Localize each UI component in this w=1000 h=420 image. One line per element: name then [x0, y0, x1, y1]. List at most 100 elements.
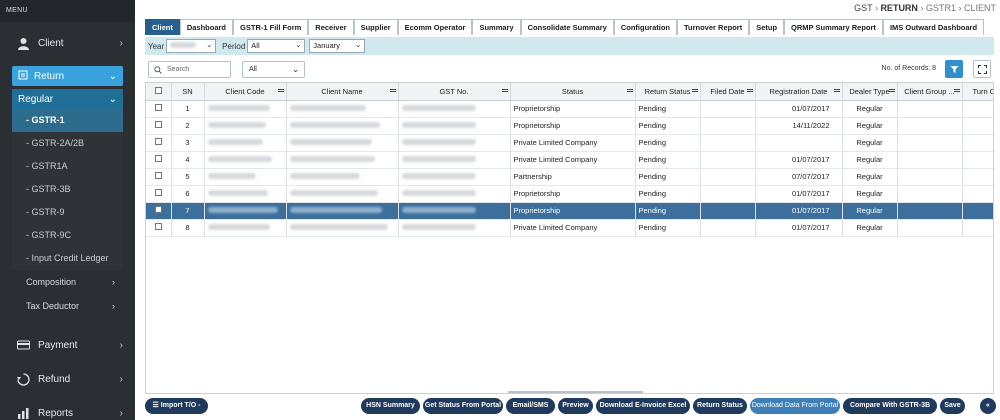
row-checkbox-cell[interactable] [146, 185, 172, 203]
col-client-code[interactable]: Client Code [204, 83, 287, 101]
tab-client[interactable]: Client [145, 19, 180, 35]
table-row[interactable]: 7 Proprietorship Pending 01/07/2017 Regular [146, 202, 993, 220]
tab-dashboard[interactable]: Dashboard [179, 19, 234, 35]
row-checkbox[interactable] [154, 206, 162, 213]
download-einvoice-excel-button[interactable]: Download E-Invoice Excel [596, 398, 690, 414]
redacted-text [289, 139, 372, 145]
horizontal-scrollbar[interactable] [508, 391, 643, 393]
cell-turnover [962, 117, 993, 135]
preview-button[interactable]: Preview [558, 398, 593, 414]
row-checkbox-cell[interactable] [146, 134, 172, 152]
row-checkbox-cell[interactable] [146, 100, 172, 118]
sidebar-item-gstr9c[interactable]: - GSTR-9C [12, 224, 123, 247]
tab-turnover-report[interactable]: Turnover Report [677, 19, 750, 35]
table-row[interactable]: 2 Proprietorship Pending 14/11/2022 Regular [146, 117, 993, 135]
tab-setup[interactable]: Setup [749, 19, 785, 35]
tab-ecomm-operator[interactable]: Ecomm Operator [397, 19, 473, 35]
row-checkbox-cell[interactable] [146, 151, 172, 169]
col-filed-date[interactable]: Filed Date [700, 83, 756, 101]
col-registration-date[interactable]: Registration Date [755, 83, 843, 101]
cell-filed-date [700, 100, 756, 118]
col-return-status[interactable]: Return Status [635, 83, 701, 101]
sidebar-item-gstr2a2b[interactable]: - GSTR-2A/2B [12, 132, 123, 155]
save-button[interactable]: Save [940, 398, 965, 414]
filter-button[interactable] [945, 60, 963, 78]
sidebar-item-regular[interactable]: Regular ⌄ [12, 89, 123, 109]
cell-client-group [897, 168, 963, 186]
breadcrumb-gst[interactable]: GST [854, 3, 872, 13]
select-all-checkbox-cell[interactable] [146, 83, 172, 101]
get-status-from-portal-button[interactable]: Get Status From Portal [423, 398, 503, 414]
row-checkbox-cell[interactable] [146, 219, 172, 237]
row-checkbox[interactable] [154, 121, 162, 128]
return-status-button[interactable]: Return Status [693, 398, 747, 414]
import-turnover-button[interactable]: ☰ Import T/O - [145, 398, 208, 414]
sidebar-item-refund[interactable]: Refund › [0, 364, 135, 394]
table-row[interactable]: 4 Private Limited Company Pending 01/07/201… [146, 151, 993, 169]
search-input[interactable]: Search [148, 61, 231, 78]
row-checkbox[interactable] [154, 155, 162, 162]
month-select[interactable]: January ⌄ [309, 39, 366, 53]
breadcrumb-return[interactable]: RETURN [880, 3, 918, 13]
sidebar-item-tax-deductor[interactable]: Tax Deductor › [12, 294, 123, 318]
cell-client-group [897, 219, 963, 237]
tab-qrmp-summary-report[interactable]: QRMP Summary Report [784, 19, 883, 35]
table-row[interactable]: 1 Proprietorship Pending 01/07/2017 Regular [146, 100, 993, 118]
col-client-name[interactable]: Client Name [286, 83, 399, 101]
row-checkbox[interactable] [154, 223, 162, 230]
row-checkbox[interactable] [154, 104, 162, 111]
fullscreen-button[interactable] [973, 60, 991, 78]
period-select[interactable]: All ⌄ [247, 39, 306, 53]
email-sms-button[interactable]: Email/SMS [506, 398, 555, 414]
col-label: Return Status [644, 86, 691, 96]
sidebar-item-gstr3b[interactable]: - GSTR-3B [12, 178, 123, 201]
row-checkbox-cell[interactable] [146, 168, 172, 186]
cell-gst-no [398, 168, 511, 186]
compare-with-gstr3b-button[interactable]: Compare With GSTR-3B [843, 398, 937, 414]
breadcrumb-gstr1[interactable]: GSTR1 [926, 3, 956, 13]
col-client-group[interactable]: Client Group ... [897, 83, 963, 101]
chevron-down-icon: ⌄ [355, 42, 362, 49]
table-row[interactable]: 3 Private Limited Company Pending Regular [146, 134, 993, 152]
tab-configuration[interactable]: Configuration [613, 19, 677, 35]
cell-client-name [286, 202, 399, 220]
cell-registration-date: 01/07/2017 [755, 219, 843, 237]
tab-summary[interactable]: Summary [472, 19, 521, 35]
table-row[interactable]: 6 Proprietorship Pending 01/07/2017 Regular [146, 185, 993, 203]
row-checkbox[interactable] [154, 189, 162, 196]
sidebar-item-return[interactable]: Return ⌄ [12, 66, 123, 86]
sidebar-item-payment[interactable]: Payment › [0, 330, 135, 360]
year-select[interactable]: ⌄ [166, 39, 217, 53]
cell-client-code [204, 219, 287, 237]
col-gst-no[interactable]: GST No. [398, 83, 511, 101]
search-scope-select[interactable]: All ⌄ [242, 61, 305, 78]
tab-ims-outward-dashboard[interactable]: IMS Outward Dashboard [882, 19, 985, 35]
col-status[interactable]: Status [510, 83, 636, 101]
table-row[interactable]: 5 Partnership Pending 07/07/2017 Regular [146, 168, 993, 186]
table-row[interactable]: 8 Private Limited Company Pending 01/07/201… [146, 219, 993, 237]
select-all-checkbox[interactable] [154, 86, 162, 94]
tab-consolidate-summary[interactable]: Consolidate Summary [520, 19, 614, 35]
sidebar-item-input-credit-ledger[interactable]: - Input Credit Ledger [12, 247, 123, 270]
collapse-button[interactable]: « [980, 398, 996, 414]
sidebar-item-gstr9[interactable]: - GSTR-9 [12, 201, 123, 224]
sidebar-item-client[interactable]: Client › [0, 28, 135, 58]
col-turnover[interactable]: Turn O [962, 83, 993, 101]
redacted-text [207, 139, 263, 145]
row-checkbox-cell[interactable] [146, 202, 172, 220]
cell-filed-date [700, 134, 756, 152]
tab-receiver[interactable]: Receiver [308, 19, 354, 35]
sidebar-item-composition[interactable]: Composition › [12, 270, 123, 294]
col-dealer-type[interactable]: Dealer Type [842, 83, 898, 101]
sidebar-item-gstr1a[interactable]: - GSTR1A [12, 155, 123, 178]
row-checkbox-cell[interactable] [146, 117, 172, 135]
hsn-summary-button[interactable]: HSN Summary [361, 398, 420, 414]
sidebar-item-gstr1[interactable]: - GSTR-1 [12, 109, 123, 132]
tab-gstr1-fill-form[interactable]: GSTR-1 Fill Form [233, 19, 309, 35]
col-sn[interactable]: SN [171, 83, 205, 101]
row-checkbox[interactable] [154, 172, 162, 179]
row-checkbox[interactable] [154, 138, 162, 145]
download-data-from-portal-button[interactable]: Download Data From Portal [750, 398, 840, 414]
sidebar-item-reports[interactable]: Reports › [0, 398, 135, 420]
tab-supplier[interactable]: Supplier [353, 19, 398, 35]
